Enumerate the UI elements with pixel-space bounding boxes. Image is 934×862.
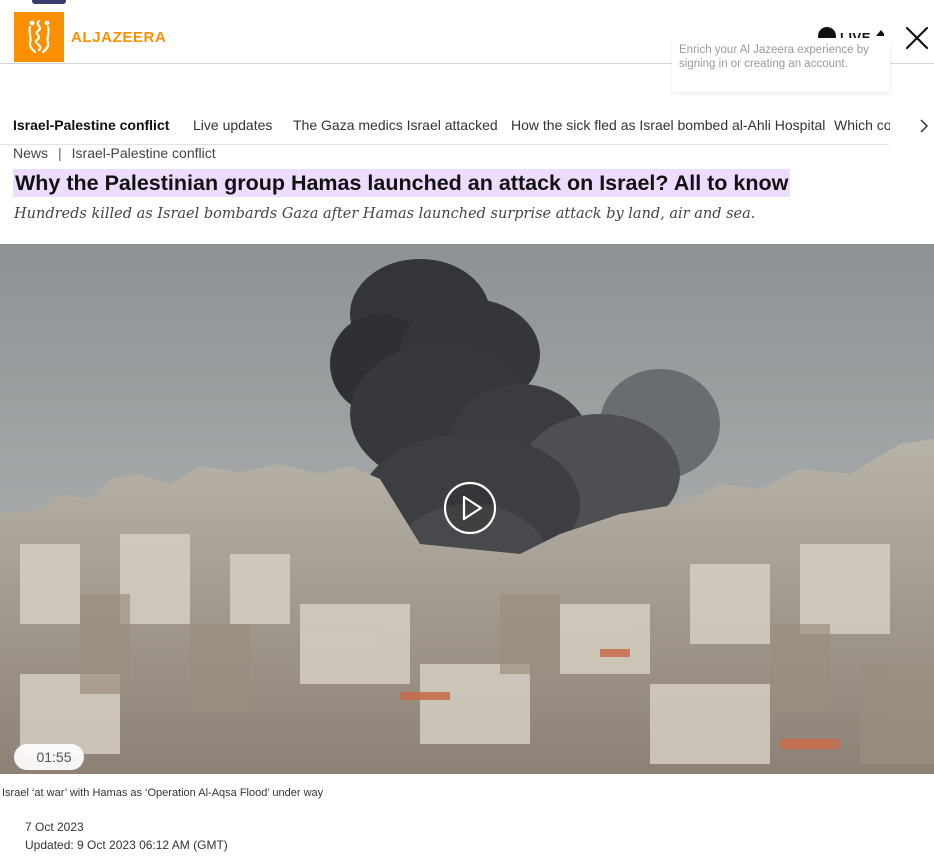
breadcrumb-news[interactable]: News — [13, 145, 48, 161]
play-icon — [443, 481, 497, 535]
topic-nav-item-main[interactable]: Israel-Palestine conflict — [13, 117, 169, 133]
topic-nav-item-live-updates[interactable]: Live updates — [193, 117, 272, 133]
sign-in-tooltip[interactable]: Enrich your Al Jazeera experience by sig… — [672, 38, 890, 92]
site-header: ALJAZEERA LIVE Enrich your Al Jazeera ex… — [0, 0, 934, 92]
article-subtitle: Hundreds killed as Israel bombards Gaza … — [14, 206, 756, 222]
chevron-right-icon — [920, 119, 929, 133]
topic-nav-item-truncated[interactable]: Which co — [834, 117, 890, 133]
video-duration: 01:55 — [14, 744, 84, 770]
play-button[interactable] — [443, 481, 497, 535]
breadcrumb: News | Israel-Palestine conflict — [13, 145, 216, 161]
breadcrumb-separator: | — [58, 145, 62, 161]
hero-video[interactable]: 01:55 — [0, 244, 934, 774]
close-button[interactable] — [903, 24, 931, 52]
aljazeera-calligraphy-icon — [14, 12, 64, 62]
video-caption: Israel ‘at war’ with Hamas as ‘Operation… — [2, 787, 324, 799]
updated-date: Updated: 9 Oct 2023 06:12 AM (GMT) — [25, 838, 228, 852]
logo-text: ALJAZEERA — [71, 28, 167, 46]
topic-nav-item-al-ahli-hospital[interactable]: How the sick fled as Israel bombed al-Ah… — [511, 117, 825, 133]
breadcrumb-topic[interactable]: Israel-Palestine conflict — [72, 145, 216, 161]
close-icon — [905, 26, 929, 50]
aljazeera-logo[interactable]: ALJAZEERA — [14, 12, 166, 62]
nav-next-button[interactable] — [918, 118, 930, 134]
article-title: Why the Palestinian group Hamas launched… — [13, 169, 791, 197]
published-date: 7 Oct 2023 — [25, 820, 84, 834]
tooltip-text: Enrich your Al Jazeera experience by sig… — [679, 44, 869, 70]
caret-up-icon — [876, 30, 884, 36]
topic-nav-item-gaza-medics[interactable]: The Gaza medics Israel attacked — [293, 117, 498, 133]
